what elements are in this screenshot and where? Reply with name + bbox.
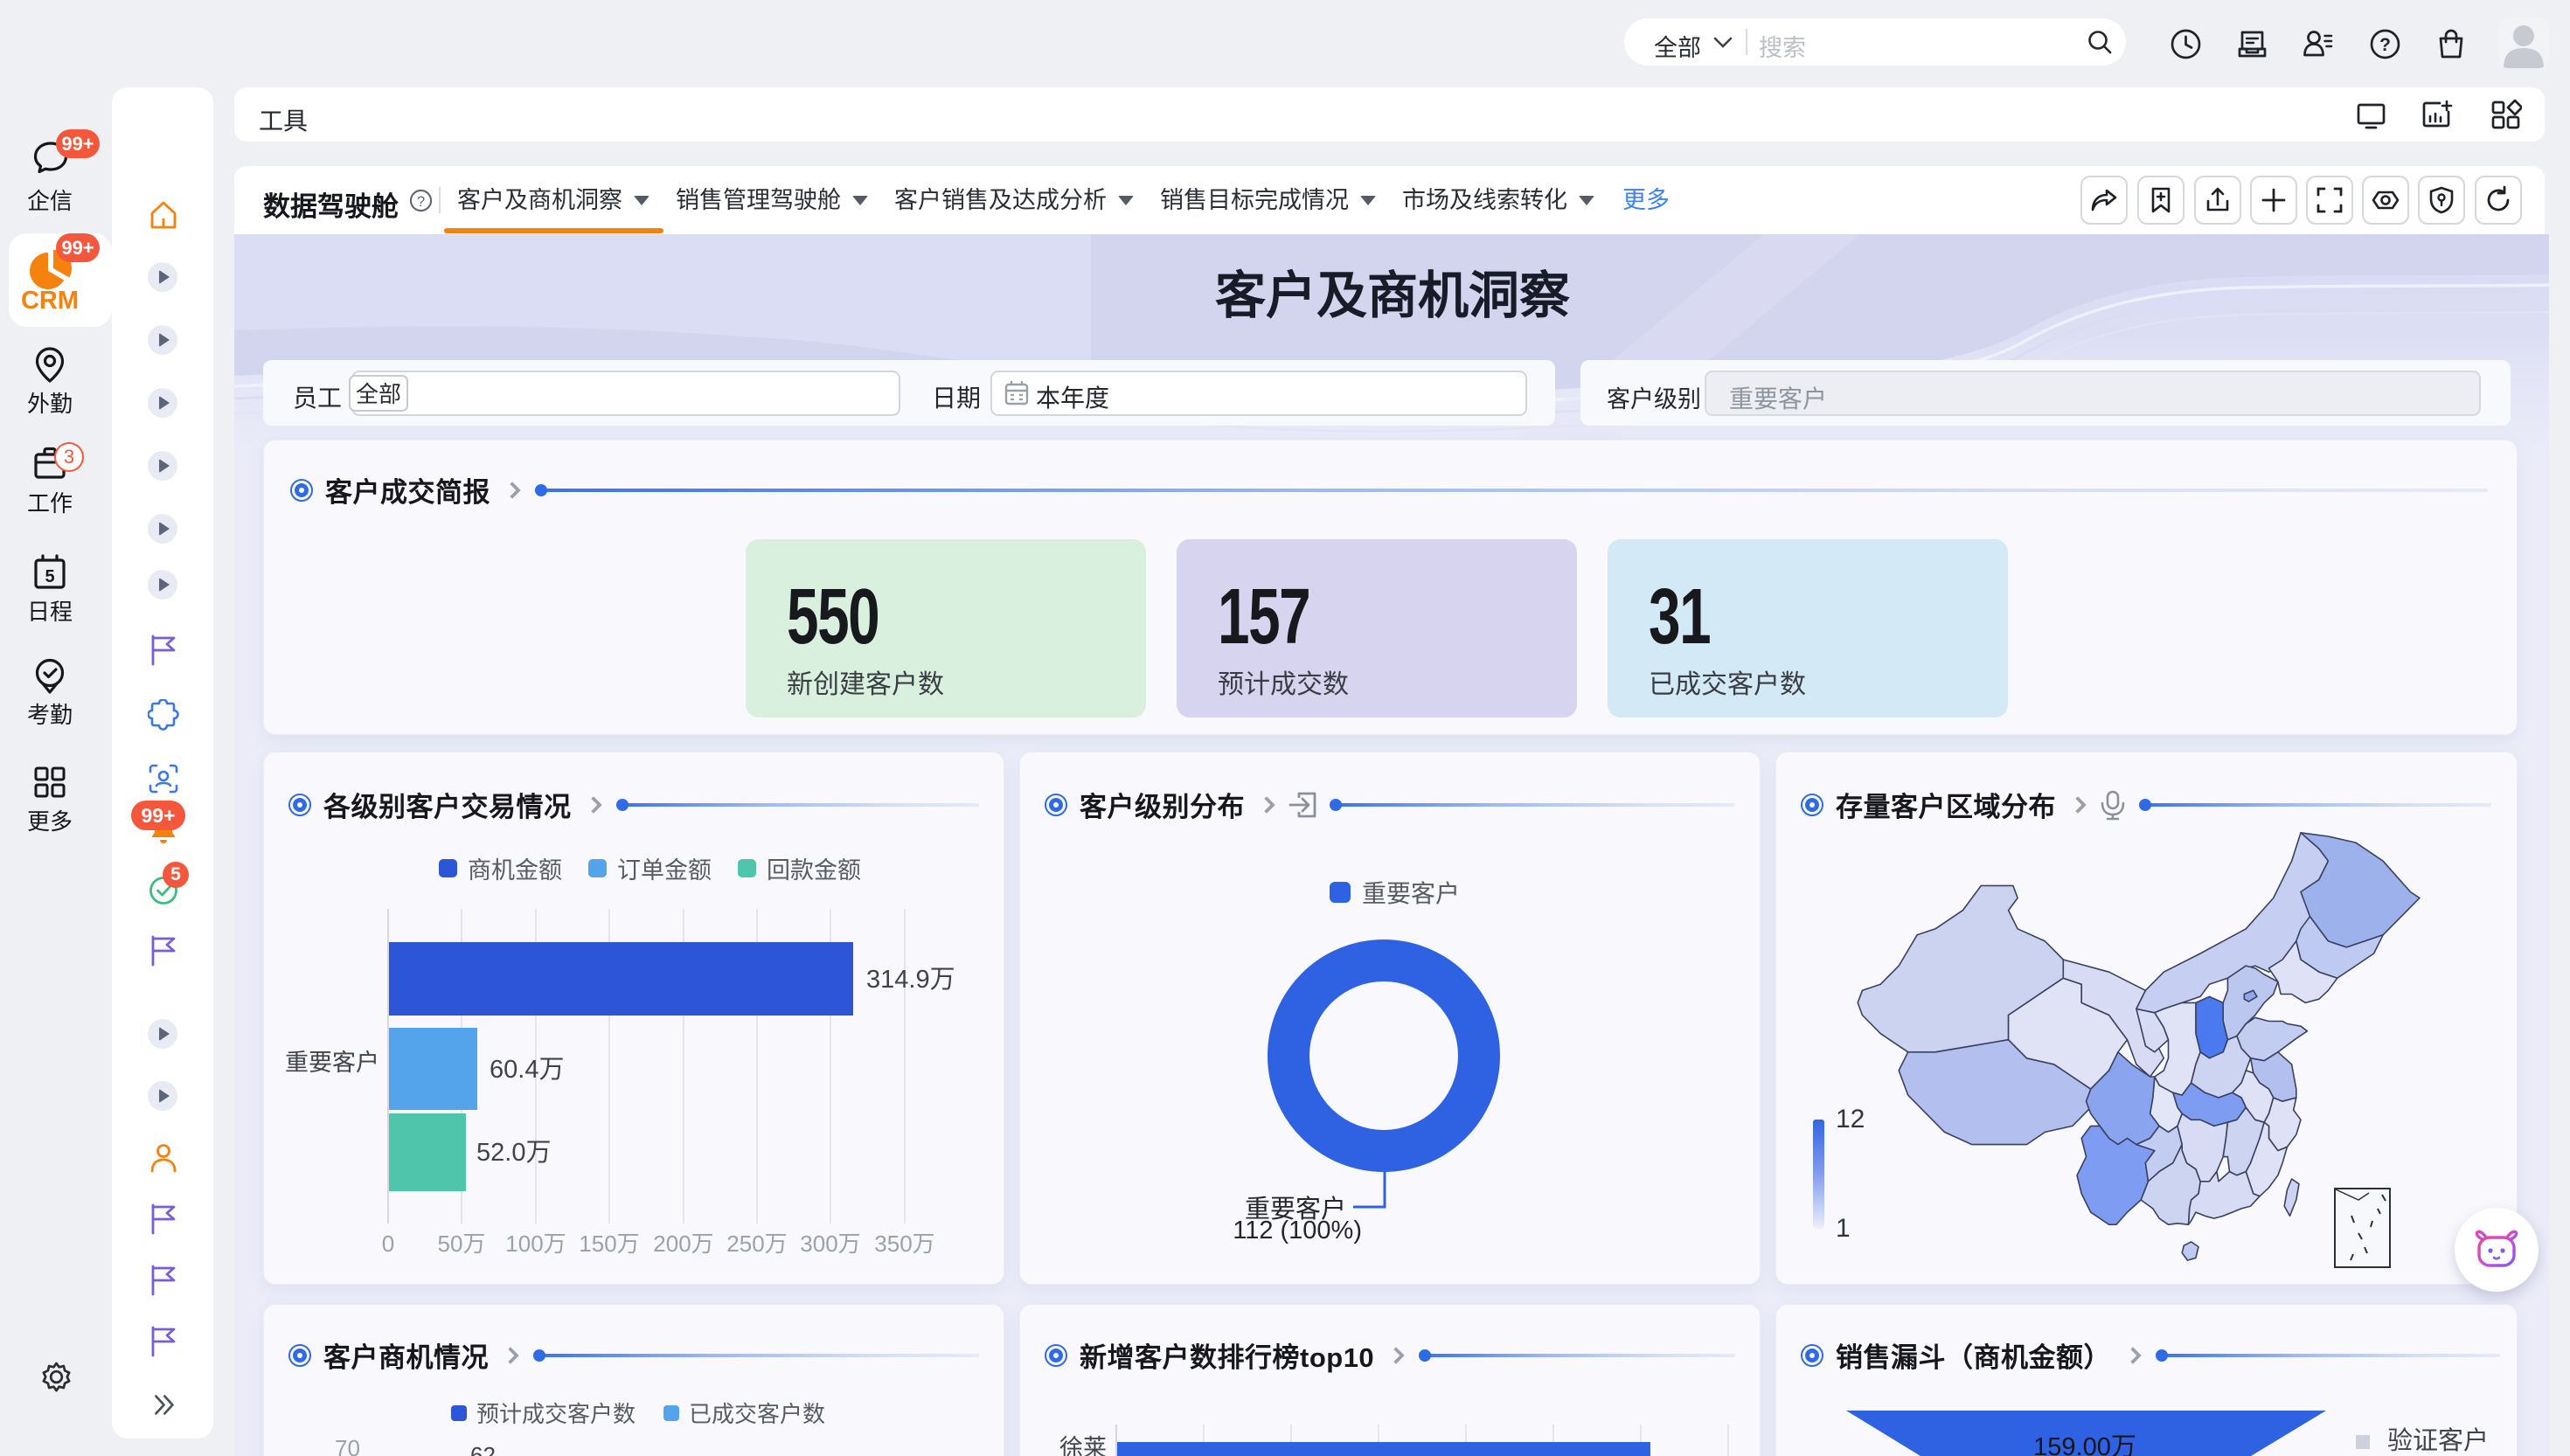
svg-text:159.00万: 159.00万 [2033, 1433, 2136, 1456]
svg-text:60.4万: 60.4万 [490, 1056, 564, 1084]
svg-text:150万: 150万 [579, 1231, 639, 1257]
svg-text:100万: 100万 [505, 1231, 566, 1257]
svg-text:?: ? [2379, 35, 2391, 55]
svg-text:314.9万: 314.9万 [866, 966, 955, 994]
svg-text:50万: 50万 [438, 1231, 486, 1257]
svg-text:徐莱: 徐莱 [1059, 1435, 1107, 1456]
svg-text:300万: 300万 [800, 1231, 860, 1257]
svg-text:350万: 350万 [874, 1231, 934, 1257]
svg-text:验证客户: 验证客户 [2387, 1426, 2489, 1455]
svg-text:5: 5 [45, 567, 54, 586]
svg-text:250万: 250万 [726, 1231, 787, 1257]
svg-text:52.0万: 52.0万 [476, 1139, 551, 1167]
svg-text:200万: 200万 [653, 1231, 713, 1257]
svg-text:0: 0 [382, 1231, 394, 1257]
svg-text:重要客户: 重要客户 [285, 1050, 379, 1076]
svg-text:?: ? [417, 194, 425, 210]
